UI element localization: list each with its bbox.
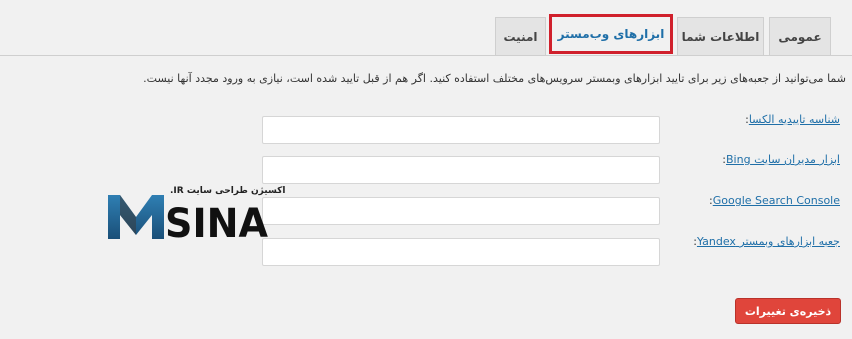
alexa-link[interactable]: شناسه تاییدیه الکسا — [749, 113, 840, 126]
webmaster-description: شما می‌توانید از جعبه‌های زیر برای تایید… — [143, 72, 846, 85]
yandex-label: جعبه ابزارهای وبمستر Yandex: — [693, 235, 840, 248]
settings-tabs: عمومی اطلاعات شما ابزارهای وب‌مستر امنیت — [0, 0, 852, 56]
tab-webmaster-tools[interactable]: ابزارهای وب‌مستر — [549, 14, 673, 54]
bing-verification-input[interactable] — [262, 156, 660, 184]
tab-security[interactable]: امنیت — [495, 17, 546, 55]
alexa-label: شناسه تاییدیه الکسا: — [745, 113, 840, 126]
google-link[interactable]: Google Search Console — [713, 194, 840, 207]
google-label: Google Search Console: — [709, 194, 840, 207]
yandex-link[interactable]: جعبه ابزارهای وبمستر Yandex — [697, 235, 840, 248]
watermark-caption: .IR اکسیژن طراحی سایت — [170, 186, 286, 196]
msina-logo-m-shade — [120, 195, 136, 235]
bing-label: ابزار مدیران سایت Bing: — [722, 153, 840, 166]
yandex-verification-input[interactable] — [262, 238, 660, 266]
tabs-divider — [0, 55, 852, 56]
alexa-verification-input[interactable] — [262, 116, 660, 144]
msina-logo-text: SINA — [165, 201, 268, 239]
tab-general[interactable]: عمومی — [769, 17, 831, 55]
bing-link[interactable]: ابزار مدیران سایت Bing — [726, 153, 840, 166]
google-verification-input[interactable] — [262, 197, 660, 225]
save-changes-button[interactable]: ذخیره‌ی تغییرات — [735, 298, 841, 324]
tab-your-info[interactable]: اطلاعات شما — [677, 17, 764, 55]
